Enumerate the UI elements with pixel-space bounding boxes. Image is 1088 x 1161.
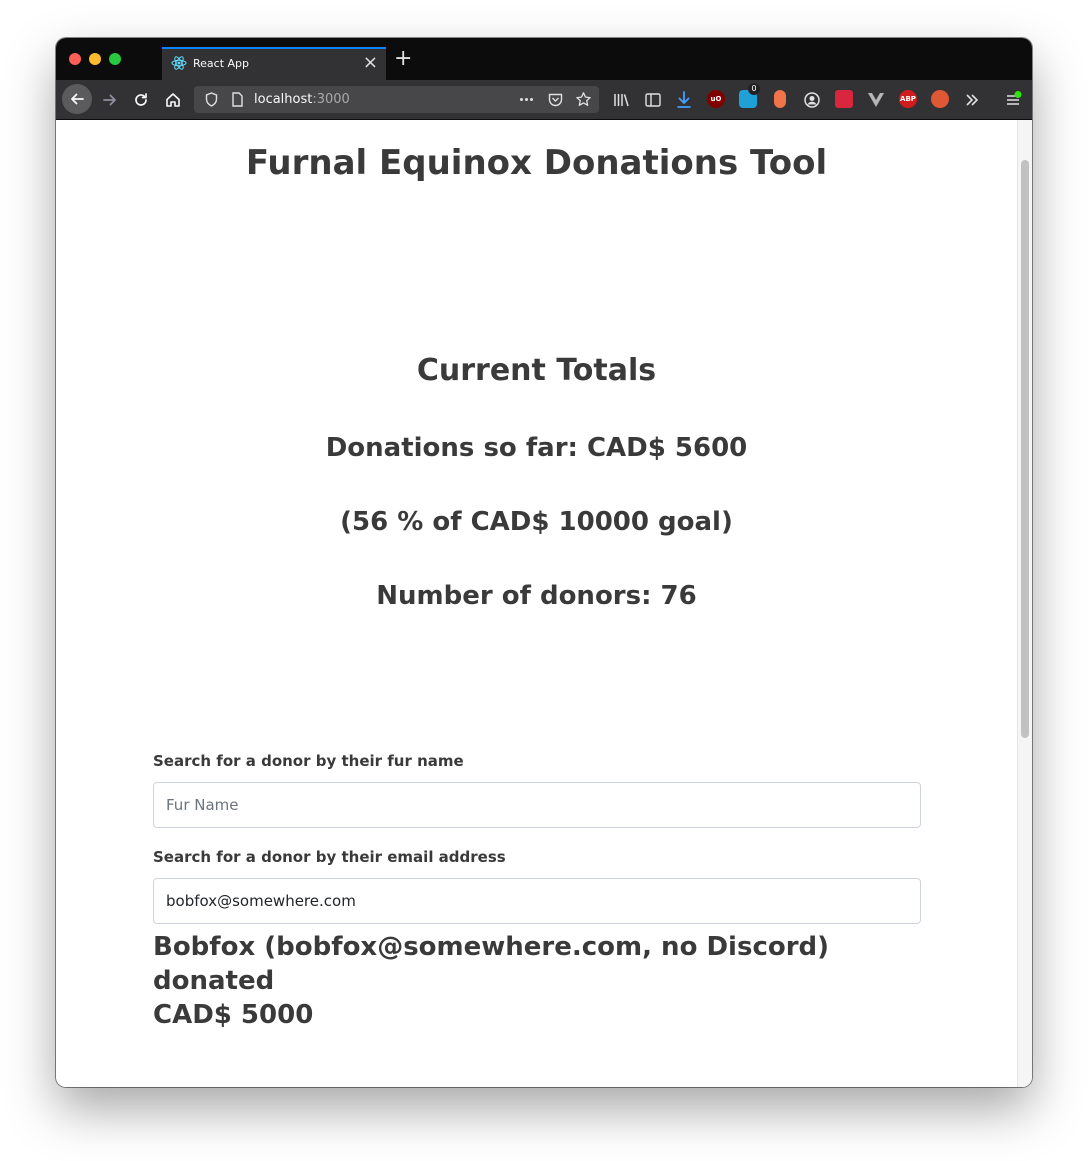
home-icon bbox=[166, 93, 180, 107]
pocket-icon[interactable] bbox=[547, 91, 564, 108]
hamburger-menu-icon[interactable] bbox=[1004, 91, 1022, 109]
donor-result-line-2: CAD$ 5000 bbox=[153, 1000, 314, 1030]
ublock-origin-icon[interactable]: uO bbox=[707, 90, 725, 108]
page-info-icon[interactable] bbox=[229, 91, 246, 108]
goal-percentage: (56 % of CAD$ 10000 goal) bbox=[340, 507, 733, 537]
email-input[interactable] bbox=[153, 878, 921, 924]
forward-button[interactable] bbox=[96, 86, 124, 114]
close-window-button[interactable] bbox=[69, 53, 81, 65]
extension-badge: 0 bbox=[748, 83, 760, 95]
back-arrow-icon bbox=[71, 93, 84, 105]
page-content: Furnal Equinox Donations Tool Current To… bbox=[56, 120, 1032, 1087]
browser-window: React App × + localhost:3000 uO 0 ABP Fu… bbox=[56, 38, 1032, 1087]
zoom-window-button[interactable] bbox=[109, 53, 121, 65]
forward-arrow-icon bbox=[103, 94, 116, 106]
adblock-plus-icon[interactable]: ABP bbox=[899, 90, 917, 108]
more-tools-chevron-icon[interactable] bbox=[963, 91, 981, 109]
navigation-toolbar: localhost:3000 uO 0 ABP bbox=[56, 80, 1032, 120]
email-label: Search for a donor by their email addres… bbox=[153, 848, 506, 866]
url-host: localhost bbox=[254, 92, 313, 107]
donor-count: Number of donors: 76 bbox=[376, 581, 697, 611]
url-port: :3000 bbox=[312, 92, 350, 107]
new-tab-plus-icon[interactable]: + bbox=[394, 48, 412, 70]
vue-devtools-icon[interactable] bbox=[867, 91, 885, 109]
page-actions-icon[interactable] bbox=[518, 91, 535, 108]
url-text: localhost:3000 bbox=[254, 92, 350, 107]
sidebar-icon[interactable] bbox=[644, 91, 662, 109]
extension-red-icon[interactable] bbox=[835, 90, 853, 108]
account-icon[interactable] bbox=[803, 91, 821, 109]
page-title: Furnal Equinox Donations Tool bbox=[245, 143, 828, 183]
url-bar[interactable]: localhost:3000 bbox=[194, 86, 599, 113]
home-button[interactable] bbox=[159, 86, 187, 114]
extension-pill-icon[interactable] bbox=[774, 90, 786, 108]
scrollbar-track[interactable] bbox=[1017, 120, 1032, 1087]
minimize-window-button[interactable] bbox=[89, 53, 101, 65]
shield-icon[interactable] bbox=[203, 91, 220, 108]
react-logo-icon bbox=[171, 56, 187, 70]
reload-icon bbox=[135, 93, 147, 106]
downloads-icon[interactable] bbox=[675, 90, 693, 110]
donor-result-line-1: Bobfox (bobfox@somewhere.com, no Discord… bbox=[153, 932, 830, 996]
tab-react-app[interactable]: React App × bbox=[162, 47, 386, 80]
library-icon[interactable] bbox=[612, 91, 630, 109]
totals-heading: Current Totals bbox=[416, 353, 657, 388]
scrollbar-thumb[interactable] bbox=[1021, 160, 1029, 738]
duckduckgo-icon[interactable] bbox=[931, 90, 949, 108]
back-button[interactable] bbox=[62, 84, 92, 114]
tab-close-icon[interactable]: × bbox=[363, 52, 378, 74]
reload-button[interactable] bbox=[127, 86, 155, 114]
tab-strip: React App × + bbox=[56, 38, 1032, 80]
tab-title: React App bbox=[193, 57, 250, 70]
fur-name-label: Search for a donor by their fur name bbox=[153, 752, 464, 770]
fur-name-input[interactable] bbox=[153, 782, 921, 828]
donor-result: Bobfox (bobfox@somewhere.com, no Discord… bbox=[153, 930, 913, 1032]
bookmark-star-icon[interactable] bbox=[575, 91, 592, 108]
donations-total: Donations so far: CAD$ 5600 bbox=[325, 433, 748, 463]
